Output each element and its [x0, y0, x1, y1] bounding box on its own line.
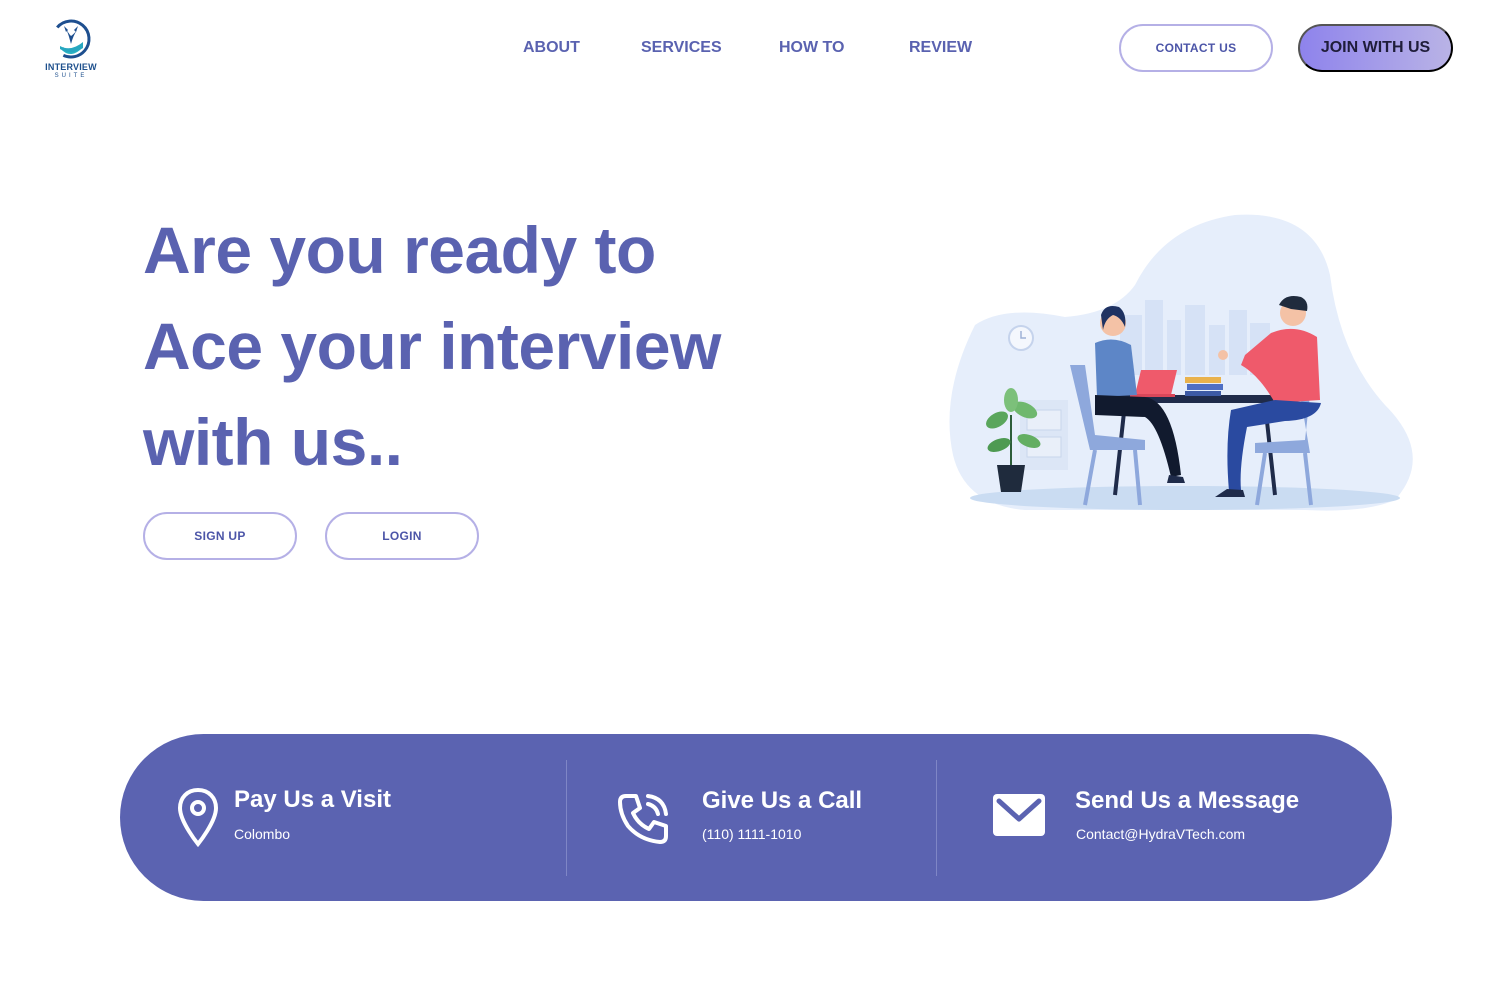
hero-heading-line-3: with us.. [143, 405, 403, 479]
landing-page: INTERVIEW SUITE ABOUT SERVICES HOW TO RE… [0, 0, 1512, 982]
nav-how-to[interactable]: HOW TO [779, 38, 844, 58]
visit-title: Pay Us a Visit [234, 786, 391, 813]
sign-up-button[interactable]: SIGN UP [143, 512, 297, 560]
phone-call-icon[interactable] [616, 790, 672, 846]
nav-review[interactable]: REVIEW [909, 38, 972, 58]
whale-tail-logo-icon [51, 19, 91, 59]
brand-logo[interactable]: INTERVIEW SUITE [40, 18, 102, 82]
job-interview-illustration [949, 214, 1413, 511]
call-title: Give Us a Call [702, 787, 863, 814]
visit-location: Colombo [234, 826, 291, 842]
message-title: Send Us a Message [1075, 787, 1300, 814]
location-pin-icon [177, 787, 219, 848]
nav-services[interactable]: SERVICES [641, 38, 722, 58]
contact-email[interactable]: Contact@HydraVTech.com [1076, 825, 1245, 843]
envelope-icon[interactable] [991, 792, 1047, 838]
hero-heading-line-2: Ace your interview [143, 309, 721, 383]
brand-name: INTERVIEW [45, 62, 97, 72]
hero-heading-line-1: Are you ready to [143, 213, 656, 287]
call-phone-number[interactable]: (110) 1111-1010 [702, 825, 801, 843]
band-divider [936, 760, 937, 876]
contact-band: Pay Us a Visit Colombo Give Us a Call (1… [120, 734, 1392, 901]
nav-about[interactable]: ABOUT [523, 38, 580, 58]
brand-tagline: SUITE [54, 73, 88, 79]
login-button[interactable]: LOGIN [325, 512, 479, 560]
contact-us-button[interactable]: CONTACT US [1119, 24, 1273, 72]
band-divider [566, 760, 567, 876]
join-with-us-button[interactable]: JOIN WITH US [1298, 24, 1453, 72]
